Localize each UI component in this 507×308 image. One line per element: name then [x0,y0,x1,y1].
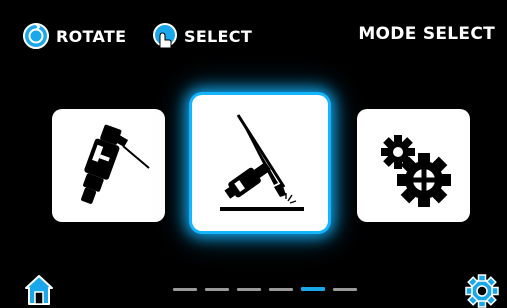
footer-bar [0,270,507,308]
page-dot-3[interactable] [237,288,261,291]
mode-tile-mig-torch[interactable] [52,109,165,222]
page-dot-2[interactable] [205,288,229,291]
page-indicator [173,287,357,291]
mode-tile-tig-torch[interactable] [192,95,328,231]
rotate-knob-icon [23,23,49,49]
tig-welding-torch-icon [220,114,304,211]
mig-welding-torch-icon [80,124,150,204]
rotate-hint: ROTATE [22,22,126,50]
mode-tile-settings[interactable] [357,109,470,222]
select-hint: SELECT [150,22,252,50]
page-dot-1[interactable] [173,288,197,291]
press-knob-icon [153,23,177,49]
rotate-label: ROTATE [56,26,127,46]
page-dot-5-active[interactable] [301,287,325,291]
page-dot-6[interactable] [333,288,357,291]
home-icon[interactable] [24,274,54,306]
gear-icon[interactable] [465,274,499,308]
select-label: SELECT [184,26,253,46]
top-bar: ROTATE SELECT MODE SELECT [0,0,507,60]
page-dot-4[interactable] [269,288,293,291]
gears-icon [380,134,451,207]
page-title: MODE SELECT [358,24,495,44]
